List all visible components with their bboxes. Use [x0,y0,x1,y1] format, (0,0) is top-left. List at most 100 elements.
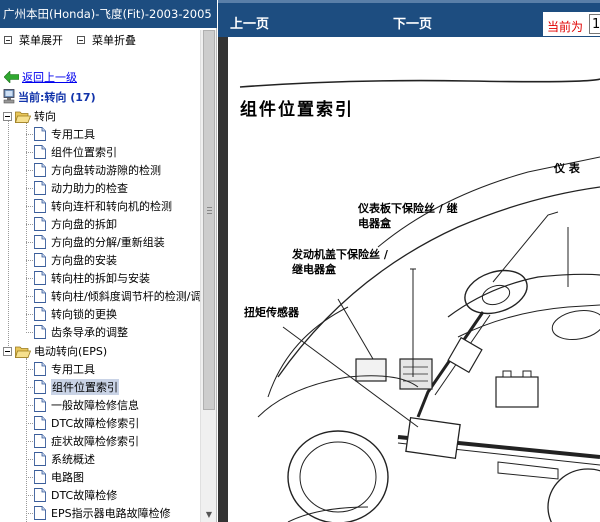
tree-item-label: 转向柱/倾斜度调节杆的检测/调整 [51,290,200,303]
document-icon [34,380,46,394]
tree-item-label: 系统概述 [51,453,95,466]
expand-icon [4,36,12,44]
tree-item-label: 动力助力的检查 [51,182,128,195]
document-icon [34,506,46,520]
callout-hood-fuse-box: 发动机盖下保险丝 / 继电器盒 [292,248,388,276]
prev-page-button[interactable]: 上一页 [230,13,269,32]
document-icon [34,289,46,303]
document-icon [34,325,46,339]
back-link[interactable]: 返回上一级 [22,69,77,85]
tree-item-label: 方向盘转动游隙的检测 [51,164,161,177]
tree-folder-steering[interactable]: 转向 [3,107,56,125]
tree-item[interactable]: 动力助力的检查 [26,179,128,197]
document-icon [34,253,46,267]
document-icon [34,181,46,195]
tree-item[interactable]: 症状故障检修索引 [26,432,139,450]
page-nav-bar: 上一页 下一页 当前为 [218,0,600,37]
tree-item[interactable]: DTC故障检修索引 [26,414,139,432]
tree-item-label: 转向柱的拆卸与安装 [51,272,150,285]
tree-item-label: DTC故障检修 [51,489,118,502]
open-folder-icon [15,111,31,123]
tree-item-label: 转向连杆和转向机的检测 [51,200,172,213]
tree-item[interactable]: 方向盘的安装 [26,251,117,269]
tree-item[interactable]: 转向柱/倾斜度调节杆的检测/调整 [26,287,200,305]
tree-item[interactable]: 方向盘的分解/重新组装 [26,233,165,251]
document-icon [34,235,46,249]
callout-instrument: 仪 表 [554,162,580,175]
expand-menu-button[interactable]: 菜单展开 [4,32,63,48]
current-page-label: 当前为 [547,20,584,34]
tree-item-label: 方向盘的分解/重新组装 [51,236,165,249]
tree-item-label: DTC故障检修索引 [51,417,140,430]
next-page-button[interactable]: 下一页 [393,13,432,32]
tree-item[interactable]: DTC故障检修 [26,486,117,504]
topic-tree: 转向 专用工具 组件位置索引 方向盘转动游隙的检测 动力助力的检查 转向连杆和转向机的检… [0,105,200,522]
document-icon [34,470,46,484]
tree-item-label: 转向锁的更换 [51,308,117,321]
tree-item[interactable]: EPS指示器电路故障检修 [26,504,171,522]
back-link-row[interactable]: 返回上一级 [4,69,77,85]
scroll-down-icon[interactable]: ▼ [201,508,217,522]
tree-item[interactable]: 方向盘转动游隙的检测 [26,161,161,179]
tree-item[interactable]: 齿条导承的调整 [26,323,128,341]
current-location-label: 当前:转向 (17) [18,90,96,104]
content-pane: 上一页 下一页 当前为 1 组件位置索引 仪 表 仪表板下保险丝 / 继 电器盒… [218,0,600,522]
tree-item-label: 一般故障检修信息 [51,399,139,412]
tree-scrollbar[interactable]: ▼ [200,30,216,522]
document-icon [34,434,46,448]
collapse-menu-button[interactable]: 菜单折叠 [77,32,136,48]
callout-torque-sensor: 扭矩传感器 [244,306,299,319]
expand-menu-label: 菜单展开 [19,34,63,47]
document-icon [34,271,46,285]
app-window: 广州本田(Honda)-飞度(Fit)-2003-2005 菜单展开 菜单折叠 … [0,0,600,522]
document-icon [34,488,46,502]
tree-item[interactable]: 转向锁的更换 [26,305,117,323]
tree-folder-label: 电动转向(EPS) [34,345,108,358]
tree-folder-label: 转向 [34,110,56,123]
document-icon [34,452,46,466]
document-icon [34,199,46,213]
collapse-toggle-icon[interactable] [3,111,12,121]
current-location: 当前:转向 (17) [3,88,96,105]
tree-item[interactable]: 专用工具 [26,125,95,143]
tree-item-label: EPS指示器电路故障检修 [51,507,171,520]
current-page-box: 当前为 [543,12,600,36]
scrollbar-thumb[interactable] [203,30,215,410]
document-icon [34,217,46,231]
tree-item[interactable]: 系统概述 [26,450,95,468]
tree-item-label: 电路图 [51,471,84,484]
open-folder-icon [15,346,31,358]
tree-item-label: 症状故障检修索引 [51,435,139,448]
tree-item-label: 组件位置索引 [51,146,117,159]
tree-item-label: 专用工具 [51,363,95,376]
document-icon [34,307,46,321]
tree-item[interactable]: 一般故障检修信息 [26,396,139,414]
tree-folder-eps[interactable]: 电动转向(EPS) [3,342,107,360]
diagram-title: 组件位置索引 [240,100,354,120]
tree-item[interactable]: 专用工具 [26,360,95,378]
computer-icon [3,89,15,104]
menu-toolbar: 菜单展开 菜单折叠 [0,31,200,49]
document-icon [34,362,46,376]
tree-item-label: 方向盘的安装 [51,254,117,267]
document-icon [34,398,46,412]
current-page-input[interactable] [589,14,600,34]
manual-page: 组件位置索引 仪 表 仪表板下保险丝 / 继 电器盒 发动机盖下保险丝 / 继电… [218,37,600,522]
tree-item[interactable]: 电路图 [26,468,84,486]
collapse-toggle-icon[interactable] [3,346,12,356]
document-icon [34,145,46,159]
navigation-pane: 广州本田(Honda)-飞度(Fit)-2003-2005 菜单展开 菜单折叠 … [0,0,217,522]
tree-item[interactable]: 方向盘的拆卸 [26,215,117,233]
collapse-menu-label: 菜单折叠 [92,34,136,47]
document-icon [34,163,46,177]
callout-dash-fuse-box: 仪表板下保险丝 / 继 电器盒 [358,202,458,230]
document-icon [34,127,46,141]
tree-item[interactable]: 组件位置索引 [26,143,117,161]
tree-item[interactable]: 转向连杆和转向机的检测 [26,197,172,215]
tree-item-label: 方向盘的拆卸 [51,218,117,231]
tree-item-label: 齿条导承的调整 [51,326,128,339]
document-icon [34,416,46,430]
collapse-icon [77,36,85,44]
tree-item[interactable]: 组件位置索引 [26,378,119,396]
tree-item[interactable]: 转向柱的拆卸与安装 [26,269,150,287]
